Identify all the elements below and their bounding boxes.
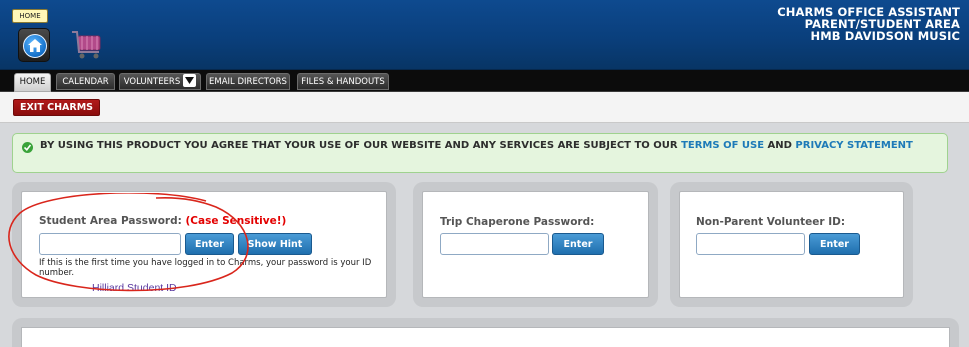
app-header: HOME CHARMS OFFICE ASSISTANT PARENT/STUD…: [0, 0, 969, 70]
tab-calendar[interactable]: CALENDAR: [56, 73, 115, 90]
chaperone-password-input[interactable]: [440, 233, 549, 255]
case-sensitive-note: (Case Sensitive!): [185, 215, 287, 227]
handwritten-annotation: Hilliard Student ID: [92, 282, 177, 294]
chaperone-password-label: Trip Chaperone Password:: [440, 216, 595, 228]
home-button[interactable]: [18, 28, 50, 62]
tab-calendar-label: CALENDAR: [62, 77, 109, 87]
volunteer-id-label: Non-Parent Volunteer ID:: [696, 216, 846, 228]
brand-title: CHARMS OFFICE ASSISTANT PARENT/STUDENT A…: [777, 6, 960, 42]
main-nav: HOME CALENDAR VOLUNTEERS EMAIL DIRECTORS…: [0, 70, 969, 92]
tab-volunteers-label: VOLUNTEERS: [123, 77, 181, 87]
tab-email-directors[interactable]: EMAIL DIRECTORS: [206, 73, 290, 90]
tab-files-handouts-label: FILES & HANDOUTS: [301, 77, 385, 87]
action-bar: EXIT CHARMS: [0, 92, 969, 123]
first-login-help-text: If this is the first time you have logge…: [39, 258, 372, 278]
terms-notice: BY USING THIS PRODUCT YOU AGREE THAT YOU…: [12, 133, 948, 173]
brand-line-3: HMB DAVIDSON MUSIC: [810, 29, 960, 43]
volunteer-id-input[interactable]: [696, 233, 805, 255]
terms-of-use-link[interactable]: TERMS OF USE: [681, 140, 764, 151]
privacy-statement-link[interactable]: PRIVACY STATEMENT: [795, 140, 912, 151]
lower-content-card: [21, 327, 950, 347]
student-enter-button[interactable]: Enter: [185, 233, 234, 255]
tab-volunteers[interactable]: VOLUNTEERS: [119, 73, 201, 90]
home-tooltip: HOME: [12, 9, 48, 23]
tab-files-handouts[interactable]: FILES & HANDOUTS: [297, 73, 389, 90]
show-hint-button[interactable]: Show Hint: [238, 233, 312, 255]
volunteer-enter-button[interactable]: Enter: [809, 233, 860, 255]
notice-and-text: AND: [764, 140, 796, 151]
chaperone-enter-button[interactable]: Enter: [552, 233, 604, 255]
tab-email-directors-label: EMAIL DIRECTORS: [209, 77, 287, 87]
check-circle-icon: [22, 142, 33, 153]
shopping-cart-icon[interactable]: [70, 30, 104, 60]
tab-home-label: HOME: [19, 77, 46, 87]
notice-text: BY USING THIS PRODUCT YOU AGREE THAT YOU…: [40, 140, 682, 151]
dropdown-arrow-icon[interactable]: [183, 74, 197, 87]
student-password-label-text: Student Area Password:: [39, 215, 186, 227]
tab-home[interactable]: HOME: [14, 73, 51, 92]
student-password-input[interactable]: [39, 233, 181, 255]
student-password-label: Student Area Password: (Case Sensitive!): [39, 215, 286, 227]
lower-content-panel: [12, 318, 959, 347]
exit-charms-button[interactable]: EXIT CHARMS: [13, 99, 100, 116]
house-glyph: [28, 39, 42, 52]
